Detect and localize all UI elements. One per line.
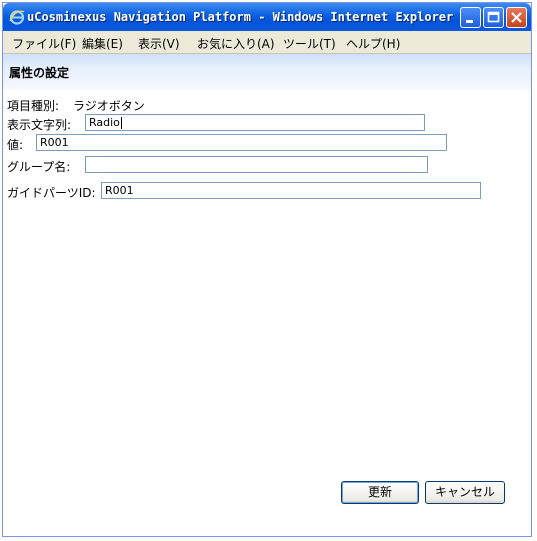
item-type-label: 項目種別: (7, 99, 60, 113)
value-input-value: R001 (40, 136, 69, 149)
guide-parts-id-value: R001 (105, 184, 134, 197)
maximize-button[interactable] (483, 7, 504, 28)
menu-tools[interactable]: ツール(T) (283, 35, 336, 52)
group-name-input[interactable] (85, 156, 428, 173)
close-icon (511, 12, 522, 23)
menu-favorites[interactable]: お気に入り(A) (197, 35, 275, 52)
attribute-form: 項目種別: ラジオボタン 表示文字列: Radio 値: R001 グループ名:… (3, 90, 531, 536)
menu-bar: ファイル(F) 編集(E) 表示(V) お気に入り(A) ツール(T) ヘルプ(… (3, 31, 531, 54)
guide-parts-id-label: ガイドパーツID: (7, 186, 96, 200)
internet-explorer-icon (9, 9, 25, 25)
section-header: 属性の設定 (3, 54, 531, 90)
display-text-value: Radio (89, 116, 120, 129)
menu-view[interactable]: 表示(V) (138, 35, 180, 52)
minimize-icon (466, 20, 473, 23)
update-button[interactable]: 更新 (341, 481, 419, 504)
close-button[interactable] (506, 7, 527, 28)
menu-edit[interactable]: 編集(E) (82, 35, 123, 52)
text-caret (120, 117, 122, 129)
value-input[interactable]: R001 (36, 134, 447, 151)
menu-help[interactable]: ヘルプ(H) (346, 35, 400, 52)
section-title: 属性の設定 (9, 66, 70, 80)
group-name-label: グループ名: (7, 160, 71, 174)
menu-file[interactable]: ファイル(F) (12, 35, 76, 52)
cancel-button[interactable]: キャンセル (425, 481, 505, 504)
minimize-button[interactable] (460, 7, 481, 28)
maximize-icon (487, 11, 500, 23)
browser-window: uCosminexus Navigation Platform - Window… (2, 2, 532, 537)
value-label: 値: (7, 138, 24, 152)
display-text-label: 表示文字列: (7, 118, 72, 132)
guide-parts-id-input[interactable]: R001 (101, 182, 481, 199)
title-bar[interactable]: uCosminexus Navigation Platform - Window… (3, 3, 531, 31)
display-text-input[interactable]: Radio (85, 114, 425, 131)
window-title: uCosminexus Navigation Platform - Window… (27, 10, 454, 24)
item-type-value: ラジオボタン (73, 99, 145, 113)
